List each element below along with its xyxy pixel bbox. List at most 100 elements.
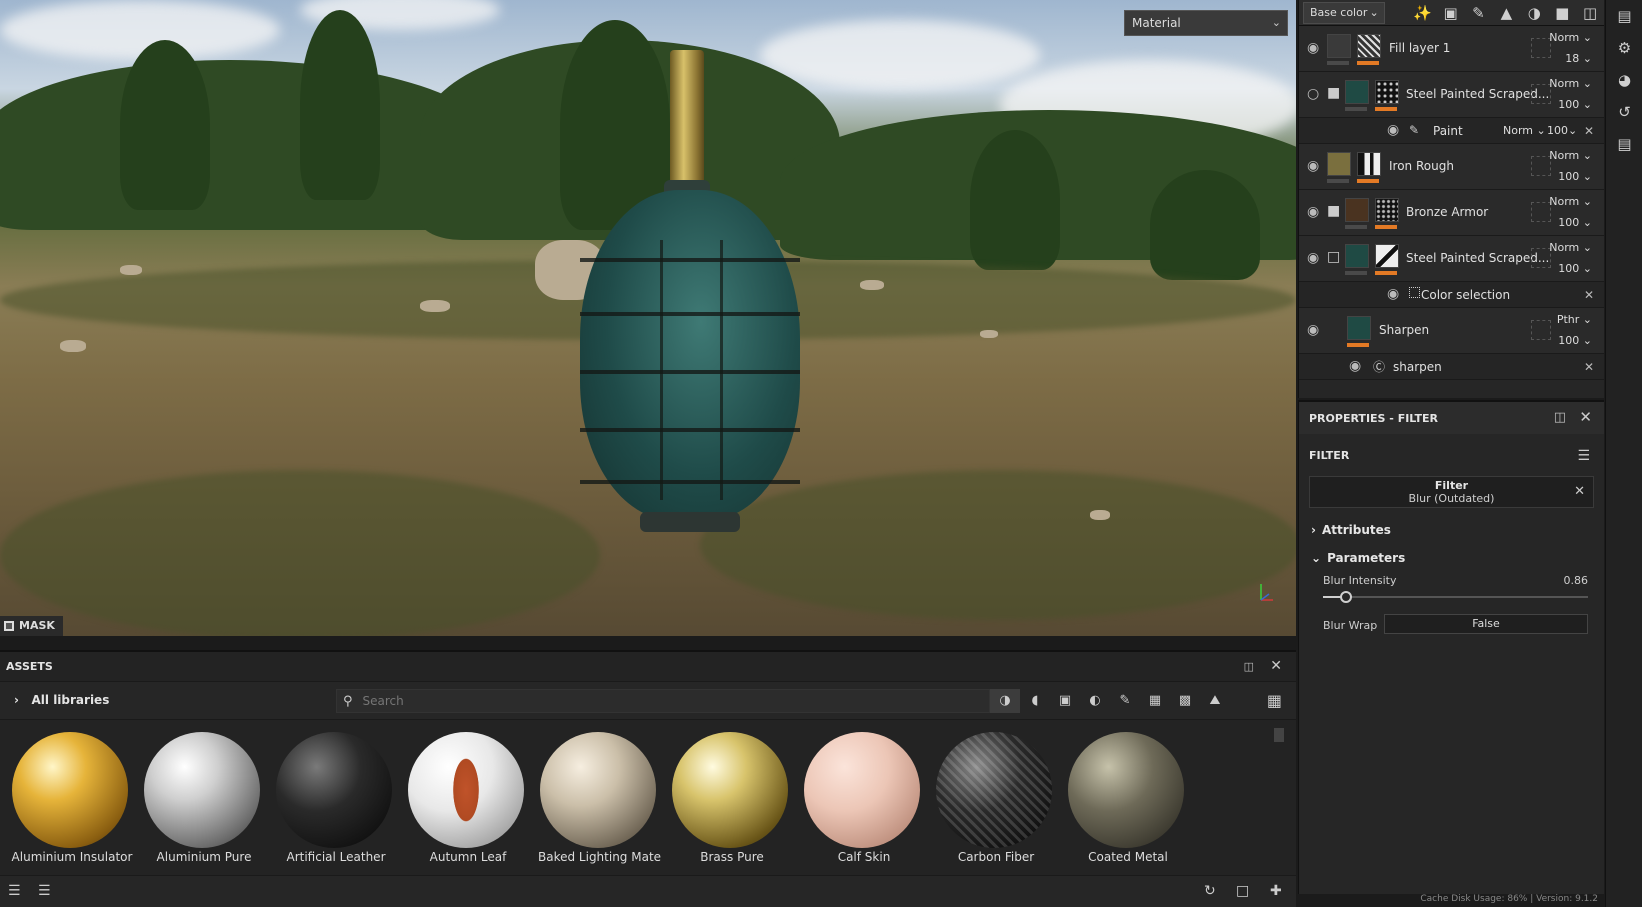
filter-type-icon[interactable]: ◐ [1080, 689, 1110, 713]
alpha-filter-icon[interactable]: ▩ [1170, 689, 1200, 713]
3d-viewport[interactable]: Material ⌄ MASK [0, 0, 1296, 636]
eye-icon[interactable]: ◉ [1349, 358, 1361, 374]
parameters-section[interactable]: ⌄ Parameters [1299, 544, 1604, 572]
fill-mask-icon[interactable]: ▣ [1437, 4, 1465, 22]
smart-material-filter-icon[interactable]: ◖ [1020, 689, 1050, 713]
eye-icon[interactable]: ◉ [1307, 322, 1319, 338]
layer-row[interactable]: ◉ □ Steel Painted Scraped... Norm ⌄ 100 … [1299, 236, 1604, 282]
slider-handle[interactable] [1340, 591, 1352, 603]
opacity-value[interactable]: 100 ⌄ [1558, 170, 1592, 183]
close-icon[interactable]: ✕ [1584, 360, 1594, 374]
asset-item[interactable]: Aluminium Insulator [10, 722, 142, 868]
mask-slot[interactable] [1531, 84, 1551, 104]
folder-open-icon[interactable]: □ [1327, 249, 1340, 265]
mask-indicator[interactable]: MASK [0, 616, 63, 636]
material-filter-icon[interactable]: ◑ [990, 689, 1020, 713]
eye-icon[interactable]: ◉ [1387, 286, 1399, 302]
layer-row[interactable]: ○ ■ Steel Painted Scraped... Norm ⌄ 100 … [1299, 72, 1604, 118]
blend-mode[interactable]: Norm ⌄ [1549, 241, 1592, 254]
close-icon[interactable]: ✕ [1270, 658, 1282, 674]
trash-icon[interactable]: ◫ [1576, 4, 1604, 22]
asset-item[interactable]: Brass Pure [670, 722, 802, 868]
mask-slot[interactable] [1531, 38, 1551, 58]
effect-row[interactable]: ◉ Ⓒ sharpen ✕ [1299, 354, 1604, 380]
blend-mode[interactable]: Norm ⌄ [1549, 77, 1592, 90]
list-view-icon[interactable]: ☰ [38, 883, 51, 899]
maximize-icon[interactable]: ◫ [1244, 660, 1254, 673]
asset-item[interactable]: Carbon Fiber [934, 722, 1066, 868]
brush-filter-icon[interactable]: ✎ [1110, 689, 1140, 713]
magic-wand-icon[interactable]: ✨ [1409, 4, 1437, 22]
grenade-model[interactable] [560, 50, 820, 532]
asset-item[interactable]: Coated Metal [1066, 722, 1198, 868]
eye-icon[interactable]: ◉ [1387, 122, 1399, 138]
log-icon[interactable]: ▤ [1606, 128, 1642, 160]
filter-selector[interactable]: Filter Blur (Outdated) ✕ [1309, 476, 1594, 508]
bucket-icon[interactable]: ▲ [1492, 4, 1520, 22]
folder-icon[interactable]: ■ [1327, 203, 1340, 219]
folder-icon[interactable]: ■ [1327, 85, 1340, 101]
mask-slot[interactable] [1531, 202, 1551, 222]
grid-view-icon[interactable]: ▦ [1267, 691, 1282, 710]
effect-row[interactable]: ◉ ✎ Paint Norm ⌄ 100⌄ ✕ [1299, 118, 1604, 144]
layer-row[interactable]: ◉ Fill layer 1 Norm ⌄ 18 ⌄ [1299, 26, 1604, 72]
search-input[interactable] [362, 694, 989, 708]
blend-mode[interactable]: Norm ⌄ [1549, 195, 1592, 208]
layer-row[interactable]: ◉ Sharpen Pthr ⌄ 100 ⌄ [1299, 308, 1604, 354]
mask-slot[interactable] [1531, 320, 1551, 340]
settings-icon[interactable]: ⚙ [1606, 32, 1642, 64]
opacity-value[interactable]: 18 ⌄ [1565, 52, 1592, 65]
libraries-selector[interactable]: › All libraries [14, 693, 109, 707]
asset-item[interactable]: Aluminium Pure [142, 722, 274, 868]
eye-icon[interactable]: ◉ [1307, 40, 1319, 56]
sort-icon[interactable]: ☰ [8, 883, 21, 899]
opacity-value[interactable]: 100⌄ [1547, 124, 1577, 137]
menu-icon[interactable]: ☰ [1577, 448, 1590, 464]
display-icon[interactable]: ◕ [1606, 64, 1642, 96]
close-icon[interactable]: ✕ [1574, 484, 1585, 499]
asset-item[interactable]: Baked Lighting Mate... [538, 722, 670, 868]
viewport-mode-dropdown[interactable]: Material ⌄ [1124, 10, 1288, 36]
eye-icon[interactable]: ◉ [1307, 204, 1319, 220]
opacity-value[interactable]: 100 ⌄ [1558, 98, 1592, 111]
blur-wrap-toggle[interactable]: False [1384, 614, 1588, 634]
channel-dropdown[interactable]: Base color ⌄ [1303, 1, 1385, 24]
opacity-value[interactable]: 100 ⌄ [1558, 216, 1592, 229]
close-icon[interactable]: ✕ [1584, 288, 1594, 302]
asset-item[interactable]: Calf Skin [802, 722, 934, 868]
blend-mode[interactable]: Norm ⌄ [1503, 124, 1546, 137]
opacity-value[interactable]: 100 ⌄ [1558, 334, 1592, 347]
effect-row[interactable]: ◉ Color selection ✕ [1299, 282, 1604, 308]
brush-icon[interactable]: ✎ [1464, 4, 1492, 22]
mask-slot[interactable] [1531, 156, 1551, 176]
texture-filter-icon[interactable]: ▦ [1140, 689, 1170, 713]
refresh-icon[interactable]: ↻ [1204, 883, 1216, 899]
blur-intensity-slider[interactable] [1323, 591, 1588, 603]
palette-icon[interactable]: ◑ [1520, 4, 1548, 22]
add-icon[interactable]: ✚ [1270, 883, 1282, 899]
mask-slot[interactable] [1531, 248, 1551, 268]
environment-filter-icon[interactable]: ⛰ [1200, 689, 1230, 713]
eye-icon[interactable]: ◉ [1307, 158, 1319, 174]
attributes-section[interactable]: › Attributes [1299, 516, 1604, 544]
open-folder-icon[interactable]: □ [1236, 883, 1249, 899]
close-icon[interactable]: ✕ [1579, 408, 1592, 426]
dock-icon[interactable]: ◫ [1554, 410, 1566, 425]
asset-item[interactable]: Autumn Leaf [406, 722, 538, 868]
opacity-value[interactable]: 100 ⌄ [1558, 262, 1592, 275]
eye-icon[interactable]: ◉ [1307, 250, 1319, 266]
blend-mode[interactable]: Pthr ⌄ [1557, 313, 1592, 326]
history-icon[interactable]: ↺ [1606, 96, 1642, 128]
texture-set-icon[interactable]: ▤ [1606, 0, 1642, 32]
layer-row[interactable]: ◉ Iron Rough Norm ⌄ 100 ⌄ [1299, 144, 1604, 190]
blur-intensity-value[interactable]: 0.86 [1564, 574, 1589, 587]
folder-icon[interactable]: ■ [1548, 4, 1576, 22]
smart-mask-filter-icon[interactable]: ▣ [1050, 689, 1080, 713]
assets-scrollbar[interactable] [1274, 728, 1284, 742]
close-icon[interactable]: ✕ [1584, 124, 1594, 138]
asset-item[interactable]: Artificial Leather [274, 722, 406, 868]
eye-closed-icon[interactable]: ○ [1307, 86, 1319, 102]
blend-mode[interactable]: Norm ⌄ [1549, 31, 1592, 44]
layer-row[interactable]: ◉ ■ Bronze Armor Norm ⌄ 100 ⌄ [1299, 190, 1604, 236]
blend-mode[interactable]: Norm ⌄ [1549, 149, 1592, 162]
